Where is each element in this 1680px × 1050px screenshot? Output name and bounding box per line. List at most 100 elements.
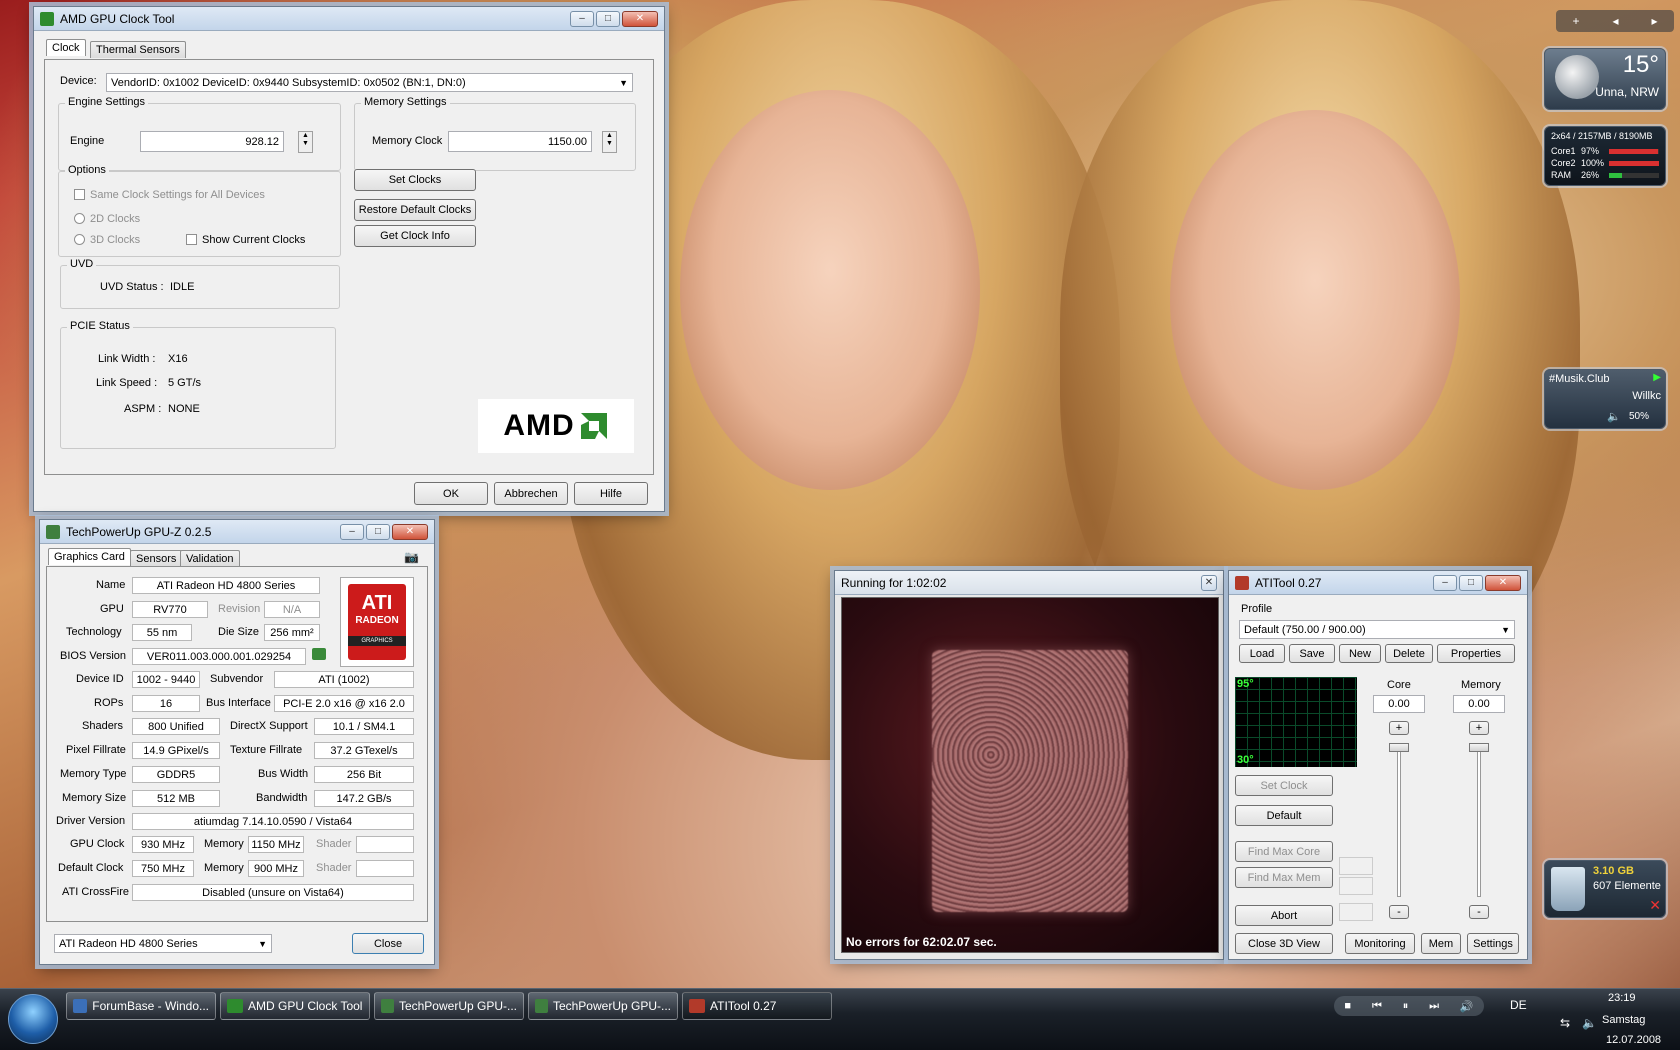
taskbar-item[interactable]: ForumBase - Windo... (66, 992, 216, 1020)
tab-clock[interactable]: Clock (46, 39, 86, 56)
radio-3d-clocks[interactable]: 3D Clocks (74, 234, 140, 246)
same-clock-checkbox[interactable]: Same Clock Settings for All Devices (74, 189, 265, 201)
taskbar-item[interactable]: TechPowerUp GPU-... (528, 992, 678, 1020)
minimize-button[interactable]: ‒ (1433, 574, 1457, 591)
ok-button[interactable]: OK (414, 482, 488, 505)
get-clock-info-button[interactable]: Get Clock Info (354, 225, 476, 247)
close-3d-view-button[interactable]: Close 3D View (1235, 933, 1333, 954)
maximize-button[interactable]: □ (366, 523, 390, 540)
memory-slider-thumb[interactable] (1469, 743, 1489, 752)
options-title: Options (65, 164, 109, 176)
uvd-status-label: UVD Status : (100, 281, 164, 293)
subvendor-label: Subvendor (210, 673, 264, 685)
find-max-mem-button[interactable]: Find Max Mem (1235, 867, 1333, 888)
close-button[interactable]: ✕ (1485, 574, 1521, 591)
help-button[interactable]: Hilfe (574, 482, 648, 505)
gpuz-titlebar[interactable]: TechPowerUp GPU-Z 0.2.5 ‒ □ ✕ (40, 520, 434, 544)
core-plus-button[interactable]: + (1389, 721, 1409, 735)
amd-clock-tool-titlebar[interactable]: AMD GPU Clock Tool ‒ □ ✕ (34, 7, 664, 31)
card-select-dropdown[interactable]: ATI Radeon HD 4800 Series ▼ (54, 934, 272, 953)
close-button[interactable]: ✕ (622, 10, 658, 27)
memory-plus-button[interactable]: + (1469, 721, 1489, 735)
next-track-icon[interactable]: ⏭ (1429, 1000, 1439, 1013)
settings-button[interactable]: Settings (1467, 933, 1519, 954)
memory-clock-input[interactable]: 1150.00 (448, 131, 592, 152)
maximize-button[interactable]: □ (596, 10, 620, 27)
weather-gadget[interactable]: 15° Unna, NRW (1544, 48, 1666, 110)
default-shader-label: Shader (316, 862, 352, 874)
set-clock-button[interactable]: Set Clock (1235, 775, 1333, 796)
render-titlebar[interactable]: Running for 1:02:02 ✕ (835, 571, 1223, 595)
cpu-meter-gadget[interactable]: 2x64 / 2157MB / 8190MB Core1 97% Core2 100%… (1544, 126, 1666, 186)
pause-icon[interactable]: ⏸ (1403, 1000, 1409, 1013)
previous-icon[interactable]: ⏮ (1372, 1000, 1382, 1013)
start-button[interactable] (8, 994, 58, 1044)
close-button[interactable]: ✕ (1201, 574, 1217, 591)
rendered-fur-cube (932, 650, 1128, 912)
abort-button[interactable]: Abort (1235, 905, 1333, 926)
network-icon[interactable]: ⇆ (1560, 1016, 1570, 1030)
mem-button[interactable]: Mem (1421, 933, 1461, 954)
new-button[interactable]: New (1339, 644, 1381, 663)
play-icon[interactable]: ▶ (1653, 372, 1661, 383)
taskbar-item-label: AMD GPU Clock Tool (248, 999, 363, 1013)
minimize-button[interactable]: ‒ (340, 523, 364, 540)
memory-minus-button[interactable]: - (1469, 905, 1489, 919)
close-button[interactable]: ✕ (392, 523, 428, 540)
cancel-button[interactable]: Abbrechen (494, 482, 568, 505)
add-gadget-icon[interactable]: + (1572, 14, 1579, 28)
tab-graphics-card[interactable]: Graphics Card (48, 548, 131, 565)
tab-thermal-sensors[interactable]: Thermal Sensors (90, 41, 186, 58)
bandwidth-value: 147.2 GB/s (314, 790, 414, 807)
empty-bin-icon[interactable]: ✕ (1649, 897, 1661, 914)
device-select[interactable]: VendorID: 0x1002 DeviceID: 0x9440 Subsys… (106, 73, 633, 92)
load-button[interactable]: Load (1239, 644, 1285, 663)
memory-clock-input[interactable]: 0.00 (1453, 695, 1505, 713)
cpu-row-bar-fill (1609, 148, 1658, 154)
show-current-clocks-checkbox[interactable]: Show Current Clocks (186, 234, 305, 246)
set-clocks-button[interactable]: Set Clocks (354, 169, 476, 191)
taskbar-item[interactable]: TechPowerUp GPU-... (374, 992, 524, 1020)
save-button[interactable]: Save (1289, 644, 1335, 663)
tray-volume-icon[interactable]: 🔈 (1582, 1016, 1597, 1030)
memory-clock-value: 1150.00 (548, 135, 587, 148)
restore-default-clocks-button[interactable]: Restore Default Clocks (354, 199, 476, 221)
next-icon[interactable]: ▸ (1651, 14, 1657, 28)
uvd-title: UVD (67, 258, 97, 270)
monitoring-button[interactable]: Monitoring (1345, 933, 1415, 954)
memory-spin-button[interactable]: ▲ ▼ (602, 131, 617, 153)
default-button[interactable]: Default (1235, 805, 1333, 826)
volume-icon[interactable]: 🔊 (1460, 1000, 1474, 1013)
minimize-button[interactable]: ‒ (570, 10, 594, 27)
stop-icon[interactable]: ■ (1344, 1000, 1351, 1012)
bios-save-chip-icon[interactable] (312, 648, 326, 660)
camera-icon[interactable]: 📷 (404, 550, 419, 564)
delete-button[interactable]: Delete (1385, 644, 1433, 663)
speaker-icon[interactable]: 🔈 (1607, 410, 1621, 423)
core-slider-thumb[interactable] (1389, 743, 1409, 752)
taskbar-item[interactable]: ATITool 0.27 (682, 992, 832, 1020)
core-clock-input[interactable]: 0.00 (1373, 695, 1425, 713)
prev-icon[interactable]: ◂ (1612, 14, 1618, 28)
gpuz-close-button[interactable]: Close (352, 933, 424, 954)
atitool-titlebar[interactable]: ATITool 0.27 ‒ □ ✕ (1229, 571, 1527, 595)
core-slider-track[interactable] (1397, 745, 1401, 897)
find-max-core-button[interactable]: Find Max Core (1235, 841, 1333, 862)
taskbar-app-icon (227, 999, 243, 1013)
tab-validation[interactable]: Validation (180, 550, 240, 567)
tab-sensors[interactable]: Sensors (130, 550, 183, 567)
taskbar-item[interactable]: AMD GPU Clock Tool (220, 992, 370, 1020)
radio-gadget[interactable]: #Musik.Club ▶ Willkc 🔈 50% (1544, 369, 1666, 429)
memory-slider-track[interactable] (1477, 745, 1481, 897)
default-clock-label: Default Clock (58, 862, 124, 874)
properties-button[interactable]: Properties (1437, 644, 1515, 663)
engine-spin-button[interactable]: ▲ ▼ (298, 131, 313, 153)
recycle-bin-gadget[interactable]: 3.10 GB 607 Elemente ✕ (1544, 860, 1666, 918)
maximize-button[interactable]: □ (1459, 574, 1483, 591)
clock-time[interactable]: 23:19 (1608, 992, 1636, 1004)
core-minus-button[interactable]: - (1389, 905, 1409, 919)
engine-clock-input[interactable]: 928.12 (140, 131, 284, 152)
radio-2d-clocks[interactable]: 2D Clocks (74, 213, 140, 225)
language-indicator[interactable]: DE (1510, 998, 1527, 1012)
profile-select[interactable]: Default (750.00 / 900.00) ▼ (1239, 620, 1515, 639)
